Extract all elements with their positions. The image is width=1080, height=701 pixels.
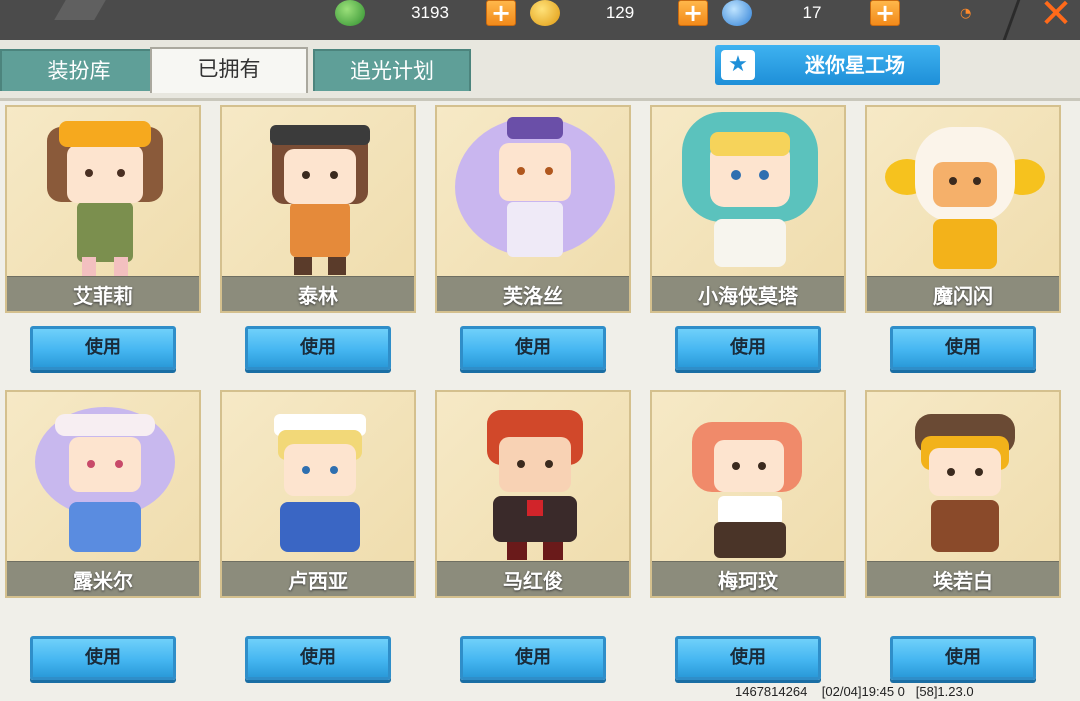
use-button[interactable]: 使用 (245, 326, 391, 370)
use-button[interactable]: 使用 (245, 636, 391, 680)
character-name: 马红俊 (503, 569, 563, 593)
use-button[interactable]: 使用 (675, 636, 821, 680)
character-portrait (270, 125, 370, 275)
version: [58]1.23.0 (915, 684, 974, 699)
tab-wardrobe[interactable]: 装扮库 (0, 49, 158, 91)
character-card[interactable]: 艾菲莉 (5, 105, 201, 313)
use-button[interactable]: 使用 (460, 326, 606, 370)
character-name: 梅珂玟 (718, 569, 778, 593)
character-card[interactable]: 卢西亚 (220, 390, 416, 598)
add-mini-bean-button[interactable]: + (486, 0, 516, 26)
character-portrait (47, 121, 163, 277)
star-coin-count: 17 (802, 3, 822, 22)
user-id: 1467814264 (735, 684, 808, 699)
tab-chase-light-plan[interactable]: 追光计划 (313, 49, 471, 91)
character-card[interactable]: 露米尔 (5, 390, 201, 598)
character-card[interactable]: 埃若白 (865, 390, 1061, 598)
character-name: 露米尔 (73, 569, 133, 593)
use-button[interactable]: 使用 (460, 636, 606, 680)
character-portrait (915, 414, 1015, 552)
use-button[interactable]: 使用 (675, 326, 821, 370)
add-mini-coin-button[interactable]: + (678, 0, 708, 26)
blue-star-coin-icon (722, 0, 752, 26)
use-button[interactable]: 使用 (30, 636, 176, 680)
character-name: 泰林 (298, 284, 338, 308)
mini-coin-count: 129 (605, 3, 635, 22)
character-card[interactable]: 马红俊 (435, 390, 631, 598)
character-portrait (455, 117, 615, 257)
character-name: 埃若白 (933, 569, 993, 593)
character-card[interactable]: 小海侠莫塔 (650, 105, 846, 313)
character-portrait (692, 422, 802, 558)
star-icon: ★ (721, 50, 755, 80)
character-name: 小海侠莫塔 (698, 284, 798, 308)
character-portrait (274, 414, 366, 552)
use-button[interactable]: 使用 (890, 326, 1036, 370)
tab-owned[interactable]: 已拥有 (150, 47, 308, 93)
character-card[interactable]: 梅珂玟 (650, 390, 846, 598)
header-decoration (54, 0, 106, 20)
mini-star-workshop-button[interactable]: ★ 迷你星工场 (715, 45, 940, 85)
character-portrait (885, 127, 1045, 269)
use-button[interactable]: 使用 (30, 326, 176, 370)
character-portrait (487, 410, 583, 560)
character-card[interactable]: 魔闪闪 (865, 105, 1061, 313)
use-button[interactable]: 使用 (890, 636, 1036, 680)
green-gem-icon (335, 0, 365, 26)
character-portrait (682, 112, 818, 267)
workshop-label: 迷你星工场 (805, 53, 905, 77)
signal-icon: ◔ (960, 6, 972, 21)
timestamp: [02/04]19:45 0 (821, 684, 905, 699)
top-bar: 3193 + 129 + 17 + ◔ ✕ (0, 0, 1080, 40)
add-star-coin-button[interactable]: + (870, 0, 900, 26)
close-icon[interactable]: ✕ (1034, 0, 1078, 36)
character-portrait (35, 407, 175, 552)
character-card[interactable]: 泰林 (220, 105, 416, 313)
gold-coin-icon (530, 0, 560, 26)
divider (1002, 0, 1021, 40)
character-name: 艾菲莉 (73, 284, 133, 308)
character-name: 芙洛丝 (503, 284, 563, 308)
character-card[interactable]: 芙洛丝 (435, 105, 631, 313)
character-name: 魔闪闪 (933, 284, 993, 308)
debug-info: 1467814264 [02/04]19:45 0 [58]1.23.0 (735, 684, 1075, 700)
character-name: 卢西亚 (288, 569, 348, 593)
mini-bean-count: 3193 (411, 3, 449, 22)
